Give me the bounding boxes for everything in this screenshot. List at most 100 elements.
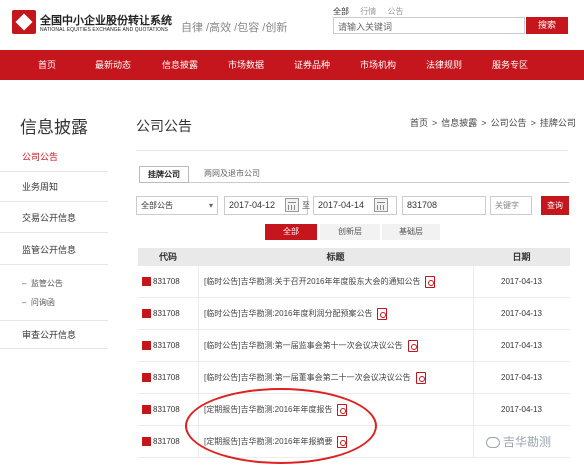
pdf-icon[interactable]	[425, 275, 436, 288]
breadcrumb-listed: 挂牌公司	[539, 118, 576, 128]
row-title-link[interactable]: [临时公告]吉华勘测:第一届董事会第二十一次会议决议公告	[204, 362, 426, 394]
row-title-link[interactable]: [临时公告]吉华勘测:2016年度利润分配预案公告	[204, 298, 388, 330]
tab-listed-companies[interactable]: 挂牌公司	[139, 166, 189, 183]
code-text: 831708	[153, 405, 180, 414]
code-text: 831708	[153, 309, 180, 318]
divider	[136, 150, 568, 151]
search-tab-quotes[interactable]: 行情	[360, 7, 376, 16]
sidebar-subitem-label: 监管公告	[30, 279, 63, 288]
row-date: 2017-04-13	[501, 373, 542, 382]
nav-rules[interactable]: 法律规则	[426, 50, 462, 80]
divider	[198, 362, 199, 394]
sidebar-item-review-info[interactable]: 审查公开信息	[0, 320, 108, 349]
breadcrumb: 首页 > 信息披露 > 公司公告 > 挂牌公司	[410, 118, 576, 128]
search-scope-tabs: 全部 行情 公告	[333, 6, 412, 17]
annotation-circle	[185, 388, 377, 464]
sidebar-subitem-regulatory-announcements[interactable]: – 监管公告	[22, 278, 63, 289]
title-text: [临时公告]吉华勘测:第一届董事会第二十一次会议决议公告	[204, 373, 411, 382]
table-row: 831708 [临时公告]吉华勘测:第一届董事会第二十一次会议决议公告 2017…	[138, 362, 570, 394]
nav-securities[interactable]: 证券品种	[294, 50, 330, 80]
stock-code-input[interactable]: 831708	[402, 196, 486, 215]
divider	[198, 266, 199, 298]
pdf-icon[interactable]	[377, 307, 388, 320]
sidebar-item-regulatory-info[interactable]: 监管公开信息	[0, 236, 108, 265]
page-title: 公司公告	[136, 118, 192, 134]
company-icon	[142, 405, 151, 415]
company-icon	[142, 277, 151, 287]
nav-disclosure[interactable]: 信息披露	[162, 50, 198, 80]
table-row: 831708 [临时公告]吉华勘测:关于召开2016年年度股东大会的通知公告 2…	[138, 266, 570, 298]
logo-title[interactable]: 全国中小企业股份转让系统	[40, 12, 172, 28]
nav-institutions[interactable]: 市场机构	[360, 50, 396, 80]
nav-market-data[interactable]: 市场数据	[228, 50, 264, 80]
search-tab-all[interactable]: 全部	[333, 7, 349, 16]
row-code[interactable]: 831708	[142, 362, 180, 394]
announcement-type-select[interactable]: 全部公告 ▾	[136, 196, 218, 215]
row-code[interactable]: 831708	[142, 266, 180, 298]
divider	[198, 330, 199, 362]
divider	[198, 298, 199, 330]
tab-delisted-companies[interactable]: 两网及退市公司	[196, 166, 268, 183]
company-icon	[142, 373, 151, 383]
company-icon	[142, 437, 151, 447]
calendar-icon[interactable]	[374, 198, 388, 212]
row-code[interactable]: 831708	[142, 394, 180, 426]
nav-news[interactable]: 最新动态	[95, 50, 131, 80]
segment-all[interactable]: 全部	[265, 224, 317, 240]
title-text: [临时公告]吉华勘测:关于召开2016年年度股东大会的通知公告	[204, 277, 421, 286]
sidebar-item-company-announcements[interactable]: 公司公告	[0, 143, 108, 172]
segment-innovation-tier[interactable]: 创新层	[320, 224, 380, 240]
company-icon	[142, 341, 151, 351]
search-input[interactable]: 请输入关键词	[333, 17, 525, 34]
row-title-link[interactable]: [临时公告]吉华勘测:关于召开2016年年度股东大会的通知公告	[204, 266, 436, 298]
sidebar-subitem-label: 问询函	[30, 298, 55, 307]
main-nav: 首页 最新动态 信息披露 市场数据 证券品种 市场机构 法律规则 服务专区	[0, 50, 584, 80]
neeq-logo-icon[interactable]	[12, 10, 36, 34]
slogan: 自律 /高效 /包容 /创新	[181, 22, 288, 34]
watermark-text: 吉华勘测	[503, 435, 552, 449]
code-text: 831708	[153, 341, 180, 350]
query-button[interactable]: 查询	[541, 196, 569, 215]
code-text: 831708	[153, 437, 180, 446]
date-range-separator: 至	[302, 201, 310, 210]
nav-services[interactable]: 服务专区	[492, 50, 528, 80]
code-text: 831708	[153, 277, 180, 286]
row-date: 2017-04-13	[501, 405, 542, 414]
row-date: 2017-04-13	[501, 341, 542, 350]
column-header-title: 标题	[326, 252, 345, 262]
pdf-icon[interactable]	[407, 339, 418, 352]
segment-basic-tier[interactable]: 基础层	[382, 224, 440, 240]
sidebar-subitem-inquiry-letters[interactable]: – 问询函	[22, 297, 55, 308]
keyword-input[interactable]: 关键字	[490, 196, 532, 215]
pdf-icon[interactable]	[415, 371, 426, 384]
code-text: 831708	[153, 373, 180, 382]
row-code[interactable]: 831708	[142, 298, 180, 330]
column-header-code: 代码	[158, 252, 177, 262]
row-code[interactable]: 831708	[142, 330, 180, 362]
sidebar-item-business-notices[interactable]: 业务周知	[0, 173, 108, 202]
search-button[interactable]: 搜索	[526, 17, 568, 34]
logo-subtitle: NATIONAL EQUITIES EXCHANGE AND QUOTATION…	[40, 27, 169, 33]
select-value: 全部公告	[141, 201, 173, 210]
row-date: 2017-04-13	[501, 309, 542, 318]
row-code[interactable]: 831708	[142, 426, 180, 458]
nav-home[interactable]: 首页	[38, 50, 56, 80]
table-row: 831708 [临时公告]吉华勘测:2016年度利润分配预案公告 2017-04…	[138, 298, 570, 330]
site-header: 全国中小企业股份转让系统 NATIONAL EQUITIES EXCHANGE …	[0, 0, 584, 50]
chevron-down-icon: ▾	[208, 201, 213, 210]
watermark: 吉华勘测	[486, 433, 551, 450]
column-header-date: 日期	[512, 252, 531, 262]
table-row: 831708 [临时公告]吉华勘测:第一届监事会第十一次会议决议公告 2017-…	[138, 330, 570, 362]
row-date: 2017-04-13	[501, 277, 542, 286]
calendar-icon[interactable]	[285, 198, 299, 212]
breadcrumb-home[interactable]: 首页	[410, 118, 428, 128]
breadcrumb-disclosure[interactable]: 信息披露	[441, 118, 477, 128]
table-header: 代码 标题 日期	[138, 248, 570, 266]
title-text: [临时公告]吉华勘测:第一届监事会第十一次会议决议公告	[204, 341, 403, 350]
breadcrumb-announcements[interactable]: 公司公告	[491, 118, 527, 128]
search-tab-announcements[interactable]: 公告	[387, 7, 403, 16]
company-icon	[142, 309, 151, 319]
sidebar-item-trading-info[interactable]: 交易公开信息	[0, 204, 108, 233]
row-title-link[interactable]: [临时公告]吉华勘测:第一届监事会第十一次会议决议公告	[204, 330, 418, 362]
wechat-icon	[486, 437, 500, 449]
